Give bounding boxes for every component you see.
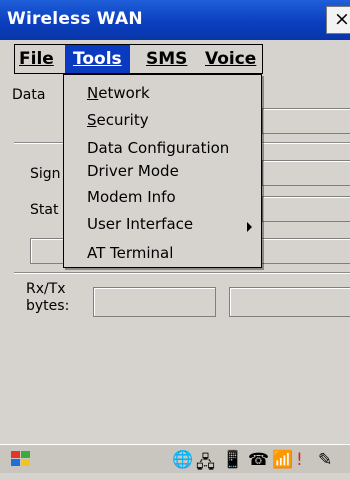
menu-file-label: File	[19, 49, 54, 69]
stylus-icon[interactable]: ✎	[318, 450, 332, 470]
menu-item-network[interactable]: Network	[87, 84, 150, 102]
menu-sms[interactable]: SMS	[146, 49, 187, 69]
menu-item-network-label: etwork	[98, 84, 150, 102]
menu-item-security-label: ecurity	[96, 111, 149, 129]
close-button[interactable]: ×	[326, 6, 350, 34]
signal-label: Sign	[30, 166, 61, 182]
menu-item-modem-info[interactable]: Modem Info	[87, 188, 176, 206]
submenu-arrow-icon	[247, 222, 252, 232]
signal-field	[262, 160, 350, 186]
tx-bytes-field	[229, 287, 350, 317]
data-field	[262, 108, 350, 134]
separator-highlight	[14, 273, 350, 274]
title-bar: Wireless WAN ×	[0, 0, 350, 40]
network-icon[interactable]: 🖧	[196, 450, 215, 479]
menu-voice[interactable]: Voice	[205, 49, 256, 69]
menu-item-at-terminal[interactable]: AT Terminal	[87, 244, 173, 262]
rxtx-label-line2: bytes:	[26, 298, 70, 314]
close-icon: ×	[334, 8, 350, 30]
menu-item-user-interface[interactable]: User Interface	[87, 215, 193, 233]
warning-icon[interactable]: !	[296, 450, 303, 470]
menu-item-security[interactable]: Security	[87, 111, 149, 129]
windows-start-icon[interactable]	[8, 448, 34, 470]
globe-icon[interactable]: 🌐	[172, 450, 193, 470]
menu-item-security-mnemonic: S	[87, 111, 97, 129]
menu-item-driver-mode[interactable]: Driver Mode	[87, 162, 179, 180]
menu-tools[interactable]: Tools	[65, 45, 130, 73]
menu-sms-label: SMS	[146, 49, 188, 69]
status-label: Stat	[30, 202, 59, 218]
menu-tools-label: Tools	[73, 49, 122, 69]
modem-icon[interactable]: ☎	[248, 450, 269, 470]
signal-icon[interactable]: 📶	[272, 450, 293, 470]
data-label: Data	[12, 87, 46, 103]
rx-bytes-field	[93, 287, 216, 317]
menu-item-network-mnemonic: N	[87, 84, 99, 102]
window-title: Wireless WAN	[7, 9, 143, 29]
menu-file[interactable]: File	[19, 49, 54, 69]
menu-voice-label: Voice	[205, 49, 257, 69]
menu-item-data-configuration[interactable]: Data Configuration	[87, 139, 229, 157]
status-field	[262, 196, 350, 222]
rxtx-label-line1: Rx/Tx	[26, 281, 66, 297]
taskbar: 🌐 🖧 📱 ☎ 📶 ! ✎	[0, 444, 350, 473]
phone-icon[interactable]: 📱	[222, 450, 243, 470]
